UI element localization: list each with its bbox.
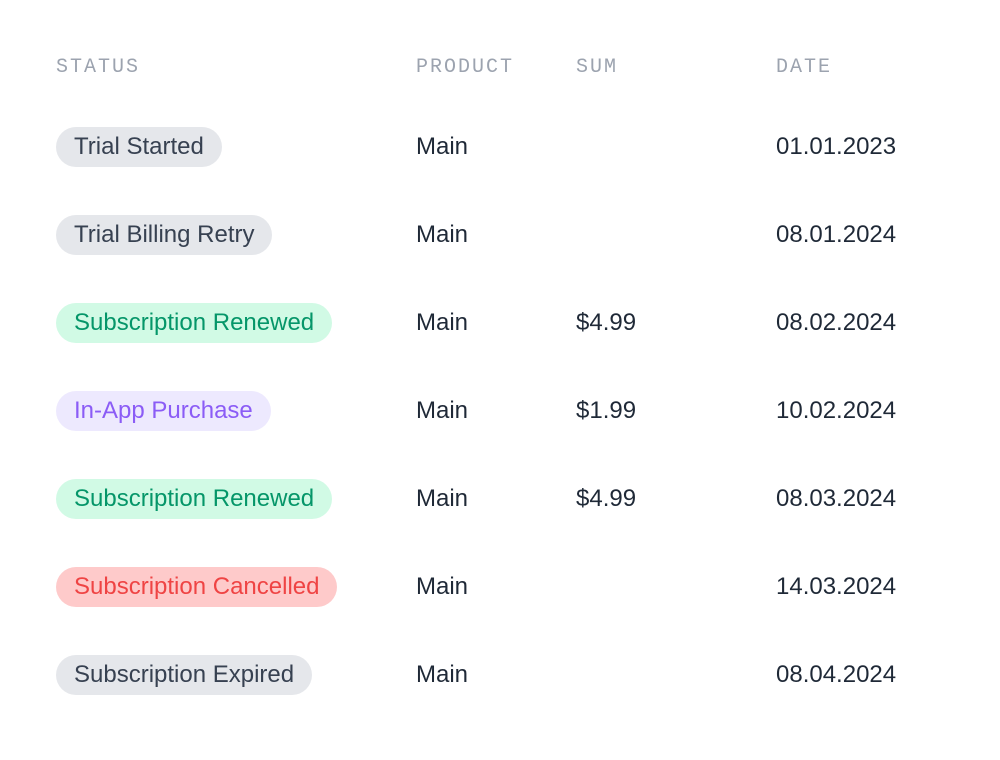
subscription-table: STATUS PRODUCT SUM DATE Trial Started Ma… (56, 56, 944, 695)
product-cell: Main (416, 397, 576, 425)
date-cell: 14.03.2024 (776, 573, 944, 601)
product-cell: Main (416, 309, 576, 337)
status-badge: Trial Billing Retry (56, 215, 272, 255)
status-cell: Trial Billing Retry (56, 215, 416, 255)
date-cell: 08.04.2024 (776, 661, 944, 689)
sum-cell: $4.99 (576, 485, 776, 513)
date-cell: 01.01.2023 (776, 133, 944, 161)
date-cell: 08.01.2024 (776, 221, 944, 249)
product-cell: Main (416, 661, 576, 689)
table-row: Subscription Renewed Main $4.99 08.03.20… (56, 479, 944, 519)
status-badge: Subscription Renewed (56, 479, 332, 519)
date-cell: 10.02.2024 (776, 397, 944, 425)
subscription-history-card: STATUS PRODUCT SUM DATE Trial Started Ma… (0, 0, 1000, 760)
status-cell: Trial Started (56, 127, 416, 167)
product-cell: Main (416, 573, 576, 601)
column-header-date: DATE (776, 56, 944, 79)
product-cell: Main (416, 133, 576, 161)
status-cell: Subscription Cancelled (56, 567, 416, 607)
status-cell: Subscription Renewed (56, 479, 416, 519)
table-row: Subscription Renewed Main $4.99 08.02.20… (56, 303, 944, 343)
table-row: Trial Billing Retry Main 08.01.2024 (56, 215, 944, 255)
column-header-product: PRODUCT (416, 56, 576, 79)
status-badge: Subscription Cancelled (56, 567, 337, 607)
sum-cell: $4.99 (576, 309, 776, 337)
status-badge: Subscription Expired (56, 655, 312, 695)
table-row: Subscription Expired Main 08.04.2024 (56, 655, 944, 695)
product-cell: Main (416, 221, 576, 249)
table-header-row: STATUS PRODUCT SUM DATE (56, 56, 944, 79)
status-badge: Trial Started (56, 127, 222, 167)
status-cell: In-App Purchase (56, 391, 416, 431)
date-cell: 08.03.2024 (776, 485, 944, 513)
table-row: Subscription Cancelled Main 14.03.2024 (56, 567, 944, 607)
column-header-status: STATUS (56, 56, 416, 79)
table-row: Trial Started Main 01.01.2023 (56, 127, 944, 167)
status-cell: Subscription Renewed (56, 303, 416, 343)
column-header-sum: SUM (576, 56, 776, 79)
status-badge: In-App Purchase (56, 391, 271, 431)
table-row: In-App Purchase Main $1.99 10.02.2024 (56, 391, 944, 431)
sum-cell: $1.99 (576, 397, 776, 425)
status-cell: Subscription Expired (56, 655, 416, 695)
date-cell: 08.02.2024 (776, 309, 944, 337)
product-cell: Main (416, 485, 576, 513)
status-badge: Subscription Renewed (56, 303, 332, 343)
